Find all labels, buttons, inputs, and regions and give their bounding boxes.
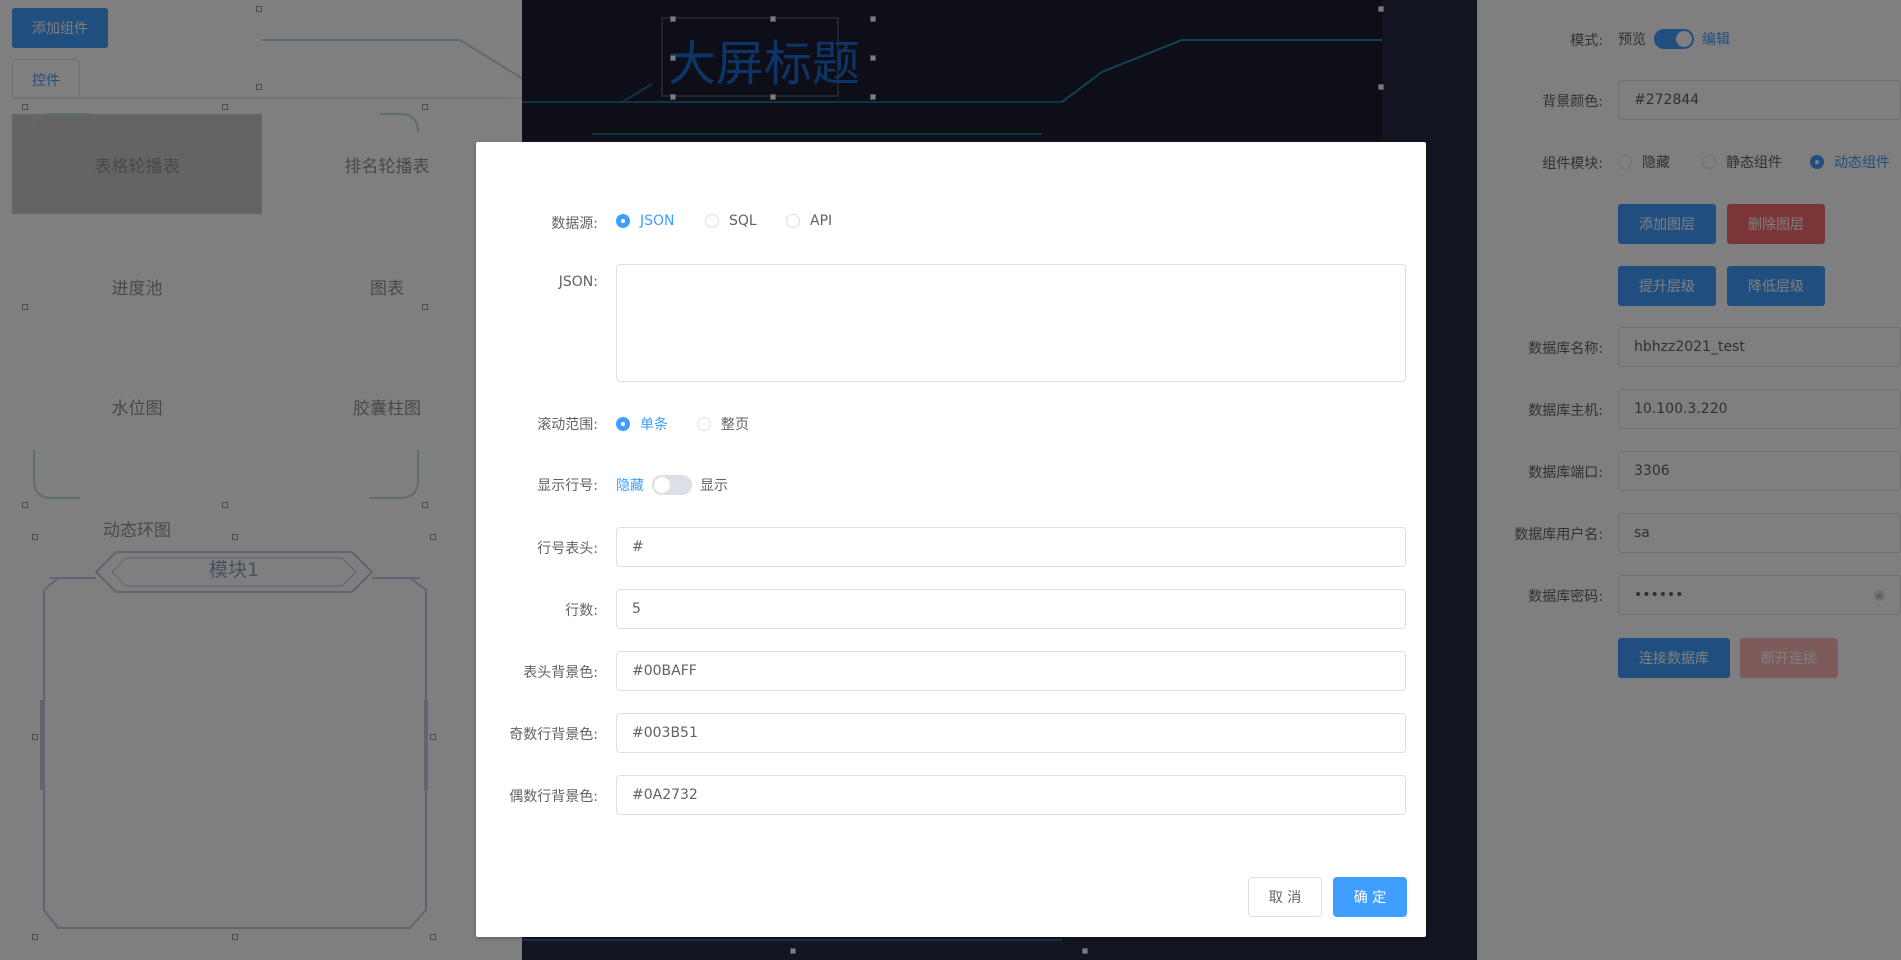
- radio-label: 单条: [640, 417, 668, 433]
- scroll-range-label: 滚动范围:: [537, 417, 598, 433]
- radio-circle: [705, 214, 719, 228]
- rownum-show-label: 显示: [700, 478, 728, 494]
- confirm-button[interactable]: 确 定: [1333, 877, 1407, 917]
- rownum-header-input[interactable]: #: [616, 527, 1406, 567]
- odd-row-bg-input[interactable]: #003B51: [616, 713, 1406, 753]
- rownum-header-label: 行号表头:: [537, 541, 598, 557]
- cancel-button[interactable]: 取 消: [1248, 877, 1322, 917]
- datasource-label: 数据源:: [551, 216, 598, 232]
- radio-label: 整页: [721, 417, 749, 433]
- radio-circle: [616, 214, 630, 228]
- scroll-radio-single[interactable]: 单条: [616, 414, 668, 434]
- datasource-radio-json[interactable]: JSON: [616, 213, 675, 229]
- radio-circle: [697, 417, 711, 431]
- rows-label: 行数:: [565, 603, 598, 619]
- radio-label: SQL: [729, 213, 757, 229]
- json-label: JSON:: [558, 274, 598, 290]
- json-textarea[interactable]: [616, 264, 1406, 382]
- datasource-dialog: 数据源: JSON SQL API JSON: 滚动范围: 单条 整页 显示行号…: [476, 142, 1426, 937]
- rownum-hide-label: 隐藏: [616, 478, 644, 494]
- radio-circle: [786, 214, 800, 228]
- show-rownum-label: 显示行号:: [537, 478, 598, 494]
- rownum-toggle[interactable]: [652, 475, 692, 495]
- rownum-switch[interactable]: 隐藏 显示: [616, 475, 728, 495]
- scroll-radio-page[interactable]: 整页: [697, 414, 749, 434]
- radio-label: JSON: [640, 213, 675, 229]
- header-bg-input[interactable]: #00BAFF: [616, 651, 1406, 691]
- even-row-bg-input[interactable]: #0A2732: [616, 775, 1406, 815]
- datasource-radio-api[interactable]: API: [786, 213, 832, 229]
- datasource-radio-sql[interactable]: SQL: [705, 213, 757, 229]
- rows-input[interactable]: 5: [616, 589, 1406, 629]
- radio-label: API: [810, 213, 833, 229]
- odd-row-bg-label: 奇数行背景色:: [509, 727, 598, 743]
- header-bg-label: 表头背景色:: [523, 665, 598, 681]
- even-row-bg-label: 偶数行背景色:: [509, 789, 598, 805]
- radio-circle: [616, 417, 630, 431]
